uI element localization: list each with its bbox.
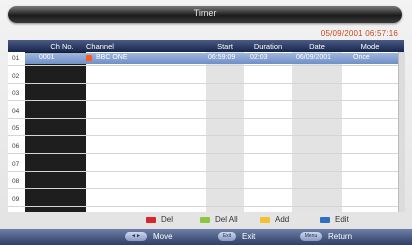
- row-number: 04: [12, 107, 20, 115]
- menu-key-icon[interactable]: Menu: [300, 232, 322, 241]
- row-number: 07: [12, 160, 20, 168]
- column-header-duration: Duration: [253, 42, 283, 51]
- cell-channel: BBC ONE: [96, 54, 128, 61]
- cell-start: 06:59:09: [208, 54, 236, 61]
- legend-del-all[interactable]: Del All: [200, 215, 238, 225]
- row-number: 09: [12, 195, 20, 203]
- table-row-selected[interactable]: 0001 BBC ONE 06:59:09 02:03 06/09/2001 O…: [25, 53, 398, 64]
- table-row: [8, 153, 404, 154]
- cell-date: 06/09/2001: [296, 54, 332, 61]
- table-row: [8, 65, 404, 66]
- cell-ch-no: 0001: [39, 54, 55, 61]
- timer-screen: Timer 05/09/2001 06:57:16 Ch No. Channel…: [0, 0, 412, 245]
- table-row: [8, 135, 404, 137]
- scrollbar[interactable]: [398, 52, 405, 212]
- cell-duration: 02:03: [250, 54, 268, 61]
- current-datetime: 05/09/2001 06:57:16: [320, 29, 398, 38]
- footer-return-label: Return: [328, 232, 353, 241]
- row-number: 08: [12, 178, 20, 186]
- exit-key-icon[interactable]: Exit: [218, 232, 236, 241]
- title-bar: Timer: [8, 6, 402, 23]
- blue-key-icon: [320, 216, 330, 223]
- table-row: [8, 170, 404, 172]
- table-row: [8, 188, 404, 190]
- footer-exit-label: Exit: [242, 232, 256, 241]
- column-header-start: Start: [217, 42, 233, 51]
- legend-edit[interactable]: Edit: [320, 215, 349, 225]
- table-row: [8, 100, 404, 102]
- red-key-icon: [146, 216, 156, 223]
- table-row: [8, 82, 404, 84]
- green-key-icon: [200, 216, 210, 223]
- yellow-key-icon: [260, 216, 270, 223]
- legend-add-label: Add: [275, 215, 290, 224]
- cell-mode: Once: [353, 54, 370, 61]
- legend-del[interactable]: Del: [146, 215, 173, 225]
- column-header-mode: Mode: [360, 42, 380, 51]
- page-title: Timer: [193, 8, 217, 18]
- column-header-ch-no: Ch No.: [50, 42, 74, 51]
- table-row: [8, 205, 404, 207]
- row-number: 03: [12, 90, 20, 98]
- column-header-date: Date: [309, 42, 325, 51]
- legend-edit-label: Edit: [335, 215, 349, 224]
- footer-move-label: Move: [153, 232, 173, 241]
- footer-bar: ◄► Move Exit Exit Menu Return: [0, 229, 412, 245]
- column-header-channel: Channel: [86, 42, 114, 51]
- table-header: Ch No. Channel Start Duration Date Mode: [8, 40, 404, 52]
- move-key-icon[interactable]: ◄►: [125, 232, 147, 241]
- legend-del-all-label: Del All: [215, 215, 238, 224]
- table-row: [8, 117, 404, 119]
- legend-add[interactable]: Add: [260, 215, 289, 225]
- row-number: 06: [12, 143, 20, 150]
- legend-del-label: Del: [161, 215, 174, 224]
- record-icon: [86, 55, 92, 61]
- row-number: 01: [12, 55, 20, 62]
- timer-table: 01 02 03 04 05 06 07 08 09 0001 BBC ONE 06:59:09…: [8, 52, 405, 212]
- row-number: 05: [12, 125, 20, 133]
- row-number: 02: [12, 72, 20, 80]
